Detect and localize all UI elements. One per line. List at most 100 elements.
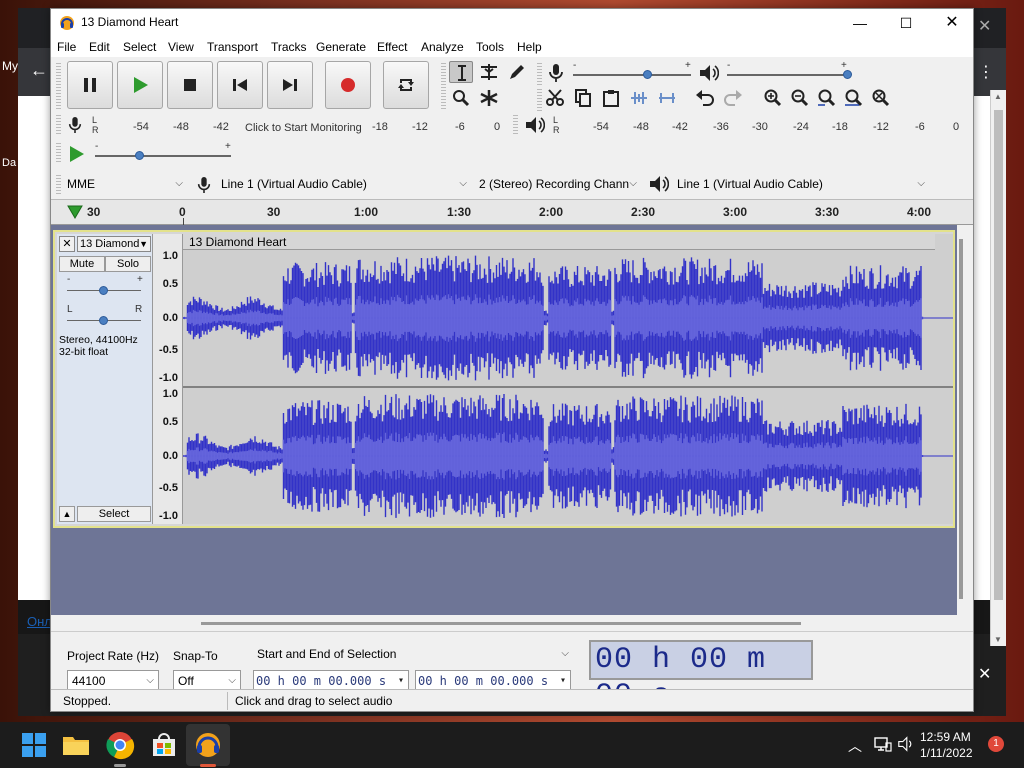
trim-audio-button[interactable] — [627, 87, 651, 109]
tray-chevron-up-icon[interactable]: ︿ — [848, 736, 862, 756]
amplitude-ruler[interactable]: 1.0 0.5 0.0 -0.5 -1.0 1.0 0.5 0.0 -0.5 -… — [153, 234, 183, 524]
menu-effect[interactable]: Effect — [377, 40, 407, 54]
menu-select[interactable]: Select — [123, 40, 156, 54]
menu-tracks[interactable]: Tracks — [271, 40, 307, 54]
redo-button[interactable] — [721, 87, 745, 109]
recording-channels-select[interactable]: 2 (Stereo) Recording Chann ⌵ — [473, 173, 641, 195]
cut-button[interactable] — [543, 87, 567, 109]
play-button[interactable] — [117, 61, 163, 109]
envelope-tool-button[interactable] — [477, 61, 501, 83]
zoom-tool-button[interactable] — [449, 87, 473, 109]
selection-mode-select[interactable]: Start and End of Selection ⌵ — [253, 644, 573, 666]
clock-date[interactable]: 1/11/2022 — [920, 746, 973, 760]
browser-scrollbar[interactable]: ▲ ▼ — [990, 90, 1006, 646]
chrome-icon[interactable] — [104, 729, 136, 761]
mixer-toolbar-grip[interactable] — [537, 63, 542, 85]
menu-edit[interactable]: Edit — [89, 40, 110, 54]
menu-analyze[interactable]: Analyze — [421, 40, 464, 54]
title-bar[interactable]: 13 Diamond Heart — ☐ ✕ — [51, 9, 973, 37]
scroll-up-arrow-icon[interactable]: ▲ — [994, 92, 1002, 101]
microsoft-store-icon[interactable] — [148, 729, 180, 761]
recording-device-select[interactable]: Line 1 (Virtual Audio Cable) ⌵ — [215, 173, 471, 195]
network-icon[interactable] — [874, 736, 892, 752]
scroll-down-arrow-icon[interactable]: ▼ — [994, 635, 1002, 644]
panel-close-icon[interactable]: ✕ — [978, 664, 991, 684]
play-speed-slider[interactable] — [95, 155, 231, 157]
rec-volume-knob[interactable] — [643, 70, 652, 79]
record-meter-mic-icon[interactable] — [67, 115, 83, 135]
menu-tools[interactable]: Tools — [476, 40, 504, 54]
record-monitor-prompt[interactable]: Click to Start Monitoring — [245, 122, 362, 134]
selection-tool-button[interactable] — [449, 61, 473, 83]
solo-button[interactable]: Solo — [105, 256, 151, 272]
track-close-button[interactable]: ✕ — [59, 236, 75, 252]
rec-volume-slider[interactable] — [573, 74, 691, 76]
zoom-in-button[interactable] — [761, 87, 785, 109]
start-windows-icon[interactable] — [18, 729, 50, 761]
track-name-menu[interactable]: 13 Diamond ▼ — [77, 236, 151, 252]
menu-generate[interactable]: Generate — [316, 40, 366, 54]
record-button[interactable] — [325, 61, 371, 109]
mute-button[interactable]: Mute — [59, 256, 105, 272]
volume-icon[interactable] — [898, 736, 914, 752]
browser-back-icon[interactable]: ← — [30, 60, 48, 81]
minimize-button[interactable]: — — [837, 9, 883, 37]
undo-button[interactable] — [693, 87, 717, 109]
hamburger-menu-icon[interactable]: ≡ — [29, 100, 49, 120]
gain-knob[interactable] — [99, 286, 108, 295]
play-at-speed-grip[interactable] — [56, 143, 61, 163]
zoom-toggle-button[interactable] — [869, 87, 893, 109]
record-meter-grip[interactable] — [56, 115, 61, 135]
audio-track[interactable]: ✕ 13 Diamond ▼ Mute Solo - + L R Stereo,… — [53, 230, 955, 528]
waveform-area[interactable]: 13 Diamond Heart — [183, 234, 953, 524]
playback-device-select[interactable]: Line 1 (Virtual Audio Cable) ⌵ — [671, 173, 929, 195]
waveform[interactable] — [183, 250, 953, 524]
browser-menu-dots-icon[interactable]: ⋮ — [978, 62, 994, 82]
skip-to-start-button[interactable] — [217, 61, 263, 109]
play-meter-grip[interactable] — [513, 115, 518, 135]
track-select-button[interactable]: Select — [77, 506, 151, 522]
horizontal-scrollbar[interactable] — [201, 622, 801, 625]
vertical-scrollbar[interactable] — [959, 239, 963, 599]
tools-toolbar-grip[interactable] — [441, 63, 446, 111]
menu-file[interactable]: File — [57, 40, 76, 54]
notification-badge[interactable]: 1 — [988, 736, 1004, 752]
track-panel[interactable]: ✕ 13 Diamond ▼ Mute Solo - + L R Stereo,… — [51, 225, 957, 615]
file-explorer-icon[interactable] — [60, 729, 92, 761]
play-at-speed-icon[interactable] — [67, 145, 85, 163]
play-speed-knob[interactable] — [135, 151, 144, 160]
menu-view[interactable]: View — [168, 40, 194, 54]
copy-button[interactable] — [571, 87, 595, 109]
pause-button[interactable] — [67, 61, 113, 109]
maximize-button[interactable]: ☐ — [883, 9, 929, 37]
multi-tool-button[interactable] — [477, 87, 501, 109]
timeline-ruler[interactable]: 30 0 30 1:00 1:30 2:00 2:30 3:00 3:30 4:… — [51, 199, 973, 225]
stop-button[interactable] — [167, 61, 213, 109]
play-volume-knob[interactable] — [843, 70, 852, 79]
skip-to-end-button[interactable] — [267, 61, 313, 109]
fit-selection-button[interactable] — [815, 87, 839, 109]
loop-button[interactable] — [383, 61, 429, 109]
timeline-play-head-icon[interactable] — [67, 205, 83, 219]
clip-title-bar[interactable]: 13 Diamond Heart — [183, 234, 935, 250]
browser-close-icon[interactable]: ✕ — [978, 16, 991, 36]
clock-time[interactable]: 12:59 AM — [920, 730, 971, 744]
fit-project-button[interactable] — [842, 87, 866, 109]
silence-audio-button[interactable] — [655, 87, 679, 109]
browser-scroll-thumb[interactable] — [994, 110, 1003, 600]
audio-position-display[interactable]: 00 h 00 m 00 s — [589, 640, 813, 713]
play-volume-slider[interactable] — [727, 74, 849, 76]
draw-tool-button[interactable] — [505, 61, 529, 83]
close-button[interactable]: ✕ — [929, 9, 975, 37]
pan-knob[interactable] — [99, 316, 108, 325]
audio-host-select[interactable]: MME ⌵ — [61, 173, 187, 195]
collapse-track-button[interactable]: ▲ — [59, 506, 75, 522]
play-meter-speaker-icon[interactable] — [525, 116, 545, 134]
transport-toolbar-grip[interactable] — [56, 63, 61, 111]
paste-button[interactable] — [599, 87, 623, 109]
edit-toolbar-grip[interactable] — [537, 89, 542, 111]
browser-link[interactable]: Онл — [27, 614, 52, 629]
menu-transport[interactable]: Transport — [207, 40, 258, 54]
audacity-taskbar-icon[interactable] — [192, 729, 224, 761]
track-control-panel[interactable]: ✕ 13 Diamond ▼ Mute Solo - + L R Stereo,… — [57, 234, 153, 524]
